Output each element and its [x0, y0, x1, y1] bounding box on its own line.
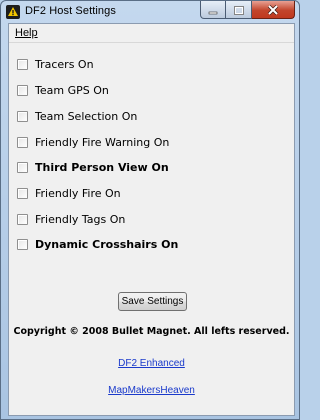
checkbox-friendly-fire-warning[interactable]	[17, 136, 28, 148]
option-tracers[interactable]: Tracers On	[17, 57, 94, 71]
app-window: DF2 Host Settings Help Tracers On Team G…	[0, 0, 300, 420]
option-friendly-tags[interactable]: Friendly Tags On	[17, 212, 125, 226]
minimize-button[interactable]	[200, 1, 226, 19]
df2-enhanced-link[interactable]: DF2 Enhanced	[9, 358, 294, 369]
option-label: Friendly Tags On	[35, 212, 126, 226]
checkbox-tracers[interactable]	[17, 58, 28, 70]
menu-bar: Help	[9, 24, 294, 43]
caption-buttons	[200, 1, 295, 19]
option-label: Friendly Fire Warning On	[35, 135, 170, 149]
minimize-icon	[208, 0, 218, 19]
checkbox-dynamic-crosshairs[interactable]	[17, 238, 28, 250]
mapmakersheaven-link[interactable]: MapMakersHeaven	[9, 385, 294, 396]
option-third-person-view[interactable]: Third Person View On	[17, 160, 169, 174]
option-team-selection[interactable]: Team Selection On	[17, 109, 137, 123]
maximize-button[interactable]	[226, 1, 252, 19]
checkbox-third-person-view[interactable]	[17, 161, 28, 173]
option-dynamic-crosshairs[interactable]: Dynamic Crosshairs On	[17, 237, 178, 251]
window-title: DF2 Host Settings	[25, 5, 116, 17]
option-team-gps[interactable]: Team GPS On	[17, 83, 109, 97]
title-bar[interactable]: DF2 Host Settings	[1, 1, 299, 23]
checkbox-friendly-tags[interactable]	[17, 213, 28, 225]
close-icon	[267, 0, 279, 19]
option-label: Tracers On	[35, 57, 94, 71]
close-button[interactable]	[252, 1, 295, 19]
option-friendly-fire[interactable]: Friendly Fire On	[17, 186, 121, 200]
option-label: Third Person View On	[35, 160, 169, 174]
menu-help[interactable]: Help	[15, 27, 38, 39]
option-label: Team GPS On	[35, 83, 109, 97]
menu-help-label: Help	[15, 27, 38, 39]
option-label: Team Selection On	[35, 109, 138, 123]
checkbox-friendly-fire[interactable]	[17, 187, 28, 199]
option-label: Friendly Fire On	[35, 186, 121, 200]
save-settings-button[interactable]: Save Settings	[118, 292, 187, 311]
copyright-text: Copyright © 2008 Bullet Magnet. All left…	[13, 326, 290, 337]
maximize-icon	[233, 0, 244, 19]
option-friendly-fire-warning[interactable]: Friendly Fire Warning On	[17, 135, 169, 149]
df2-app-icon[interactable]	[6, 5, 20, 19]
client-area: Help Tracers On Team GPS On Team Selecti…	[8, 23, 295, 416]
checkbox-team-gps[interactable]	[17, 84, 28, 96]
option-label: Dynamic Crosshairs On	[35, 237, 179, 251]
checkbox-team-selection[interactable]	[17, 110, 28, 122]
